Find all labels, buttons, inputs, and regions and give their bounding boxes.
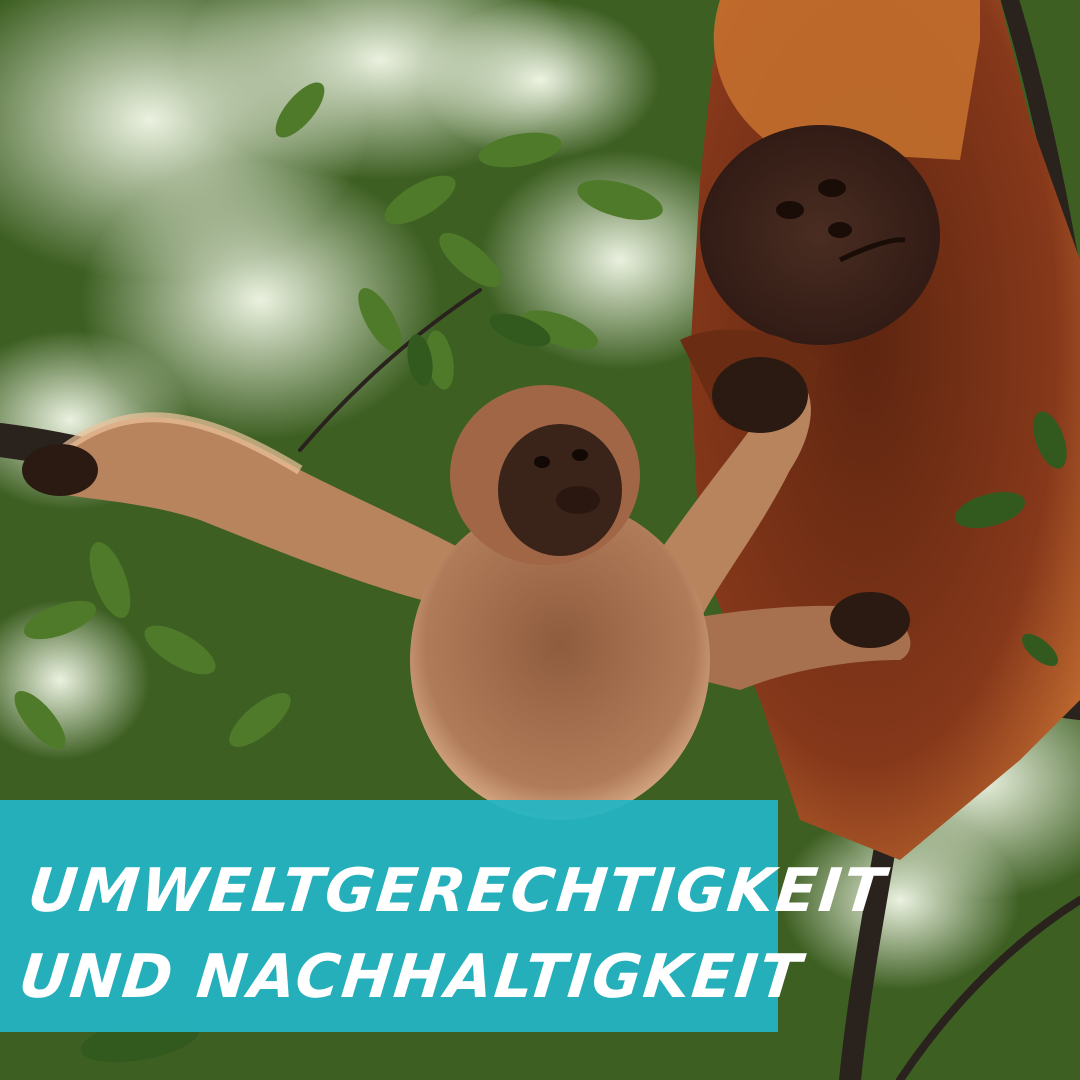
photo-post: UMWELTGERECHTIGKEIT UND NACHHALTIGKEIT [0, 0, 1080, 1080]
banner-title-line-2: UND NACHHALTIGKEIT [15, 942, 807, 1012]
banner-title: UMWELTGERECHTIGKEIT UND NACHHALTIGKEIT [15, 848, 890, 1020]
infant-face [498, 424, 622, 556]
banner-title-line-1: UMWELTGERECHTIGKEIT [24, 856, 890, 926]
adult-face [700, 125, 940, 345]
